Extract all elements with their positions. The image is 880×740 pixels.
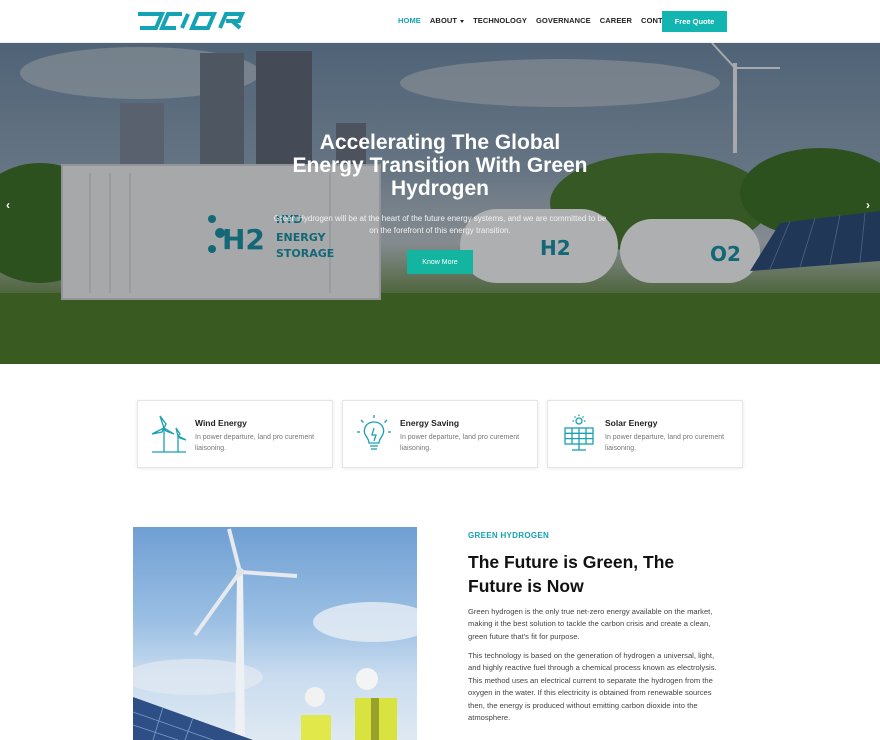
hero-subtitle: Green Hydrogen will be at the heart of t… [273,214,607,235]
feature-title: Energy Saving [400,418,460,428]
feature-description: In power departure, land pro curement li… [195,434,315,452]
know-more-button[interactable]: Know More [407,250,473,274]
hero-title-line: Energy Transition With Green [292,154,588,177]
main-nav: HOME ABOUT TECHNOLOGY GOVERNANCE CAREER … [398,16,687,25]
feature-title: Wind Energy [195,418,247,428]
photo-illustration [133,528,417,740]
chevron-left-icon[interactable]: ‹ [6,198,10,212]
feature-card-energy-saving[interactable]: Energy Saving In power departure, land p… [342,400,538,468]
feature-description: In power departure, land pro curement li… [605,434,725,452]
feature-title: Solar Energy [605,418,658,428]
hero-slider: H2 HYD ENERGY STORAGE H2 O2 Accelerating… [0,43,880,364]
nav-about[interactable]: ABOUT [429,16,465,25]
nav-about-label: ABOUT [429,16,458,25]
hero-title-line: Accelerating The Global [319,131,561,154]
free-quote-button[interactable]: Free Quote [662,11,727,32]
solar-panel-icon [564,414,594,451]
about-paragraph: This technology is based on the generati… [468,651,717,723]
site-header: HOME ABOUT TECHNOLOGY GOVERNANCE CAREER … [0,0,880,43]
section-title-line: Future is Now [468,576,584,596]
nav-technology[interactable]: TECHNOLOGY [473,16,527,25]
chevron-right-icon[interactable]: › [866,198,870,212]
caret-down-icon [460,19,465,23]
wind-turbine-icon [151,415,187,453]
lightbulb-icon [357,415,391,450]
section-eyebrow: GREEN HYDROGEN [468,531,550,540]
about-paragraph: Green hydrogen is the only true net-zero… [468,607,713,641]
hero-dim-overlay [0,43,880,364]
nav-home[interactable]: HOME [398,16,421,25]
hero-title-line: Hydrogen [390,177,489,200]
feature-card-solar[interactable]: Solar Energy In power departure, land pr… [547,400,743,468]
wind-turbine-workers-photo [133,527,417,740]
section-title-line: The Future is Green, The [468,552,675,572]
hero-title: Accelerating The Global Energy Transitio… [240,131,640,200]
feature-card-wind[interactable]: Wind Energy In power departure, land pro… [137,400,333,468]
section-title: The Future is Green, The Future is Now [468,550,728,598]
nav-career[interactable]: CAREER [600,16,632,25]
nav-governance[interactable]: GOVERNANCE [536,16,591,25]
ocior-logo[interactable] [134,10,248,32]
feature-description: In power departure, land pro curement li… [400,434,520,452]
